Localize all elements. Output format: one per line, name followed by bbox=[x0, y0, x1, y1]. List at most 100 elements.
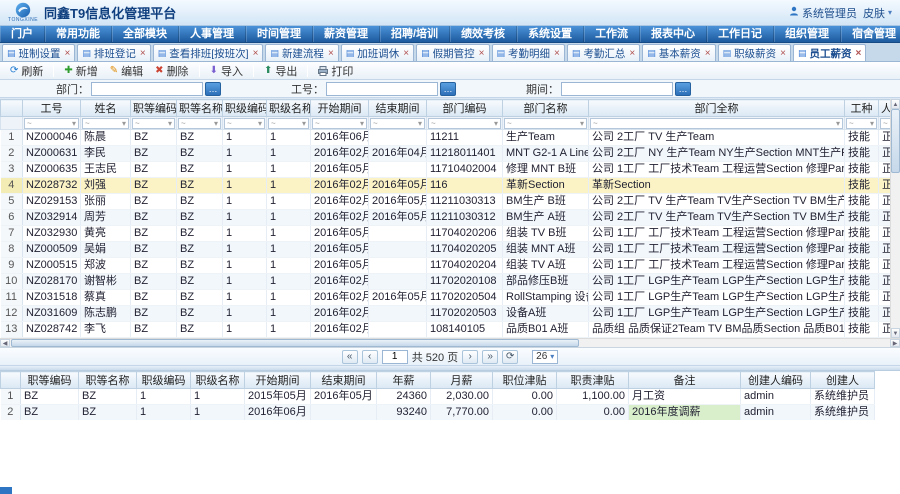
detail-col-header-12[interactable]: 创建人编码 bbox=[741, 372, 811, 389]
export-button[interactable]: ⬆导出 bbox=[259, 63, 302, 79]
import-button[interactable]: ⬇导入 bbox=[205, 63, 248, 79]
menu-item-1[interactable]: 门户 bbox=[0, 26, 45, 42]
refresh-button[interactable]: ⟳刷新 bbox=[5, 63, 48, 79]
column-filter[interactable]: ~▾ bbox=[590, 118, 843, 129]
detail-col-header-11[interactable]: 备注 bbox=[629, 372, 741, 389]
page-number-input[interactable] bbox=[382, 350, 408, 364]
table-row[interactable]: 10NZ028170谢智彬BZBZ112016年02月11702020108部品… bbox=[1, 274, 891, 290]
menu-item-2[interactable]: 常用功能 bbox=[45, 26, 112, 42]
tab-2[interactable]: ▤排班登记× bbox=[77, 44, 150, 61]
detail-col-header-10[interactable]: 职责津贴 bbox=[557, 372, 629, 389]
tab-close-icon[interactable]: × bbox=[705, 48, 711, 59]
detail-col-header-5[interactable]: 开始期间 bbox=[245, 372, 311, 389]
column-filter[interactable]: ~▾ bbox=[846, 118, 877, 129]
table-row[interactable]: 11NZ031518蔡真BZBZ112016年02月2016年05月117020… bbox=[1, 290, 891, 306]
table-row[interactable]: 2BZBZ112016年06月932407,770.000.000.002016… bbox=[1, 405, 875, 421]
table-row[interactable]: 1BZBZ112015年05月2016年05月243602,030.000.00… bbox=[1, 389, 875, 405]
scroll-up-icon[interactable]: ▲ bbox=[891, 99, 900, 109]
tab-close-icon[interactable]: × bbox=[253, 48, 259, 59]
add-button[interactable]: ✚新增 bbox=[59, 63, 102, 79]
column-filter[interactable]: ~▾ bbox=[82, 118, 129, 129]
tab-1[interactable]: ▤班制设置× bbox=[2, 44, 75, 61]
main-col-header-7[interactable]: 开始期间 bbox=[311, 100, 369, 117]
tab-11[interactable]: ▤员工薪资× bbox=[793, 44, 866, 61]
reload-page-icon[interactable]: ⟳ bbox=[502, 350, 518, 364]
main-col-header-12[interactable]: 工种 bbox=[845, 100, 879, 117]
vertical-scroll-track[interactable] bbox=[891, 109, 900, 328]
period-input[interactable] bbox=[561, 82, 673, 96]
tab-close-icon[interactable]: × bbox=[479, 48, 485, 59]
tab-3[interactable]: ▤查看排班[按班次]× bbox=[153, 44, 264, 61]
main-col-header-9[interactable]: 部门编码 bbox=[427, 100, 503, 117]
table-row[interactable]: 9NZ000515郑波BZBZ112016年05月11704020204组装 T… bbox=[1, 258, 891, 274]
menu-item-5[interactable]: 时间管理 bbox=[246, 26, 313, 42]
tab-close-icon[interactable]: × bbox=[140, 48, 146, 59]
skin-switcher[interactable]: 皮肤 ▾ bbox=[863, 5, 892, 21]
menu-item-9[interactable]: 系统设置 bbox=[517, 26, 584, 42]
tab-4[interactable]: ▤新建流程× bbox=[265, 44, 338, 61]
main-col-header-4[interactable]: 职等名称 bbox=[177, 100, 223, 117]
table-row[interactable]: 5NZ029153张丽BZBZ112016年02月2016年05月1121103… bbox=[1, 194, 891, 210]
tab-9[interactable]: ▤基本薪资× bbox=[642, 44, 715, 61]
tab-close-icon[interactable]: × bbox=[554, 48, 560, 59]
empno-input[interactable] bbox=[326, 82, 438, 96]
main-col-header-3[interactable]: 职等编码 bbox=[131, 100, 177, 117]
table-row[interactable]: 7NZ032930黄亮BZBZ112016年05月11704020206组装 T… bbox=[1, 226, 891, 242]
last-page-button[interactable]: » bbox=[482, 350, 498, 364]
menu-item-4[interactable]: 人事管理 bbox=[179, 26, 246, 42]
menu-item-13[interactable]: 组织管理 bbox=[774, 26, 841, 42]
page-size-select[interactable]: 26 ▾ bbox=[532, 350, 558, 364]
tab-close-icon[interactable]: × bbox=[855, 48, 861, 59]
first-page-button[interactable]: « bbox=[342, 350, 358, 364]
scroll-left-icon[interactable]: ◀ bbox=[0, 339, 10, 347]
delete-button[interactable]: ✖删除 bbox=[150, 63, 193, 79]
table-row[interactable]: 8NZ000509吴娟BZBZ112016年05月11704020205组装 M… bbox=[1, 242, 891, 258]
horizontal-scroll-thumb[interactable] bbox=[11, 339, 579, 347]
tab-close-icon[interactable]: × bbox=[629, 48, 635, 59]
menu-item-10[interactable]: 工作流 bbox=[584, 26, 640, 42]
table-row[interactable]: 6NZ032914周芳BZBZ112016年02月2016年05月1121103… bbox=[1, 210, 891, 226]
main-col-header-8[interactable]: 结束期间 bbox=[369, 100, 427, 117]
detail-col-header-6[interactable]: 结束期间 bbox=[311, 372, 377, 389]
table-row[interactable]: 3NZ000635王志民BZBZ112016年05月11710402004修理 … bbox=[1, 162, 891, 178]
tab-close-icon[interactable]: × bbox=[780, 48, 786, 59]
prev-page-button[interactable]: ‹ bbox=[362, 350, 378, 364]
column-filter[interactable]: ~▾ bbox=[504, 118, 587, 129]
dept-input[interactable] bbox=[91, 82, 203, 96]
menu-item-7[interactable]: 招聘/培训 bbox=[380, 26, 450, 42]
detail-col-header-3[interactable]: 职级编码 bbox=[137, 372, 191, 389]
tab-7[interactable]: ▤考勤明细× bbox=[492, 44, 565, 61]
detail-col-header-1[interactable]: 职等编码 bbox=[21, 372, 79, 389]
table-row[interactable]: 2NZ000631李民BZBZ112016年02月2016年04月1121801… bbox=[1, 146, 891, 162]
print-button[interactable]: 打印 bbox=[313, 63, 358, 79]
menu-item-6[interactable]: 薪资管理 bbox=[313, 26, 380, 42]
scroll-down-icon[interactable]: ▼ bbox=[891, 328, 900, 338]
menu-item-12[interactable]: 工作日记 bbox=[707, 26, 774, 42]
menu-item-11[interactable]: 报表中心 bbox=[640, 26, 707, 42]
tab-6[interactable]: ▤假期管控× bbox=[416, 44, 489, 61]
main-col-header-6[interactable]: 职级名称 bbox=[267, 100, 311, 117]
main-col-header-1[interactable]: 工号 bbox=[23, 100, 81, 117]
column-filter[interactable]: ~▾ bbox=[428, 118, 501, 129]
tab-10[interactable]: ▤职级薪资× bbox=[718, 44, 791, 61]
tab-close-icon[interactable]: × bbox=[328, 48, 334, 59]
current-user[interactable]: 系统管理员 bbox=[789, 5, 857, 21]
horizontal-scrollbar[interactable]: ◀ ▶ bbox=[0, 338, 900, 348]
column-filter[interactable]: ~▾ bbox=[224, 118, 265, 129]
menu-item-8[interactable]: 绩效考核 bbox=[450, 26, 517, 42]
main-col-header-10[interactable]: 部门名称 bbox=[503, 100, 589, 117]
column-filter[interactable]: ~▾ bbox=[312, 118, 367, 129]
detail-col-header-9[interactable]: 职位津贴 bbox=[493, 372, 557, 389]
column-filter[interactable]: ~▾ bbox=[268, 118, 309, 129]
column-filter[interactable]: ~▾ bbox=[24, 118, 79, 129]
tab-close-icon[interactable]: × bbox=[65, 48, 71, 59]
detail-col-header-2[interactable]: 职等名称 bbox=[79, 372, 137, 389]
main-col-header-5[interactable]: 职级编码 bbox=[223, 100, 267, 117]
dept-lookup-button[interactable]: … bbox=[205, 82, 221, 96]
next-page-button[interactable]: › bbox=[462, 350, 478, 364]
main-col-header-13[interactable]: 人员类别 bbox=[879, 100, 891, 117]
column-filter[interactable]: ~▾ bbox=[880, 118, 890, 129]
vertical-scrollbar[interactable]: ▲ ▼ bbox=[890, 99, 900, 338]
detail-col-header-7[interactable]: 年薪 bbox=[377, 372, 431, 389]
period-lookup-button[interactable]: … bbox=[675, 82, 691, 96]
